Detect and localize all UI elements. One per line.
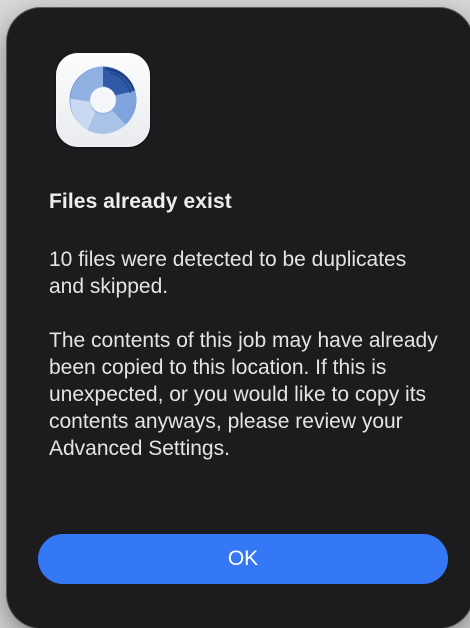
ok-button[interactable]: OK [38,534,448,584]
message-paragraph-advice: The contents of this job may have alread… [49,329,438,460]
message-paragraph-duplicates: 10 files were detected to be duplicates … [49,248,407,298]
app-icon [56,53,150,147]
alert-dialog: Files already exist 10 files were detect… [7,8,470,628]
aperture-shutter-icon [69,66,137,134]
dialog-title: Files already exist [49,190,232,213]
dialog-message: 10 files were detected to be duplicates … [49,246,444,462]
